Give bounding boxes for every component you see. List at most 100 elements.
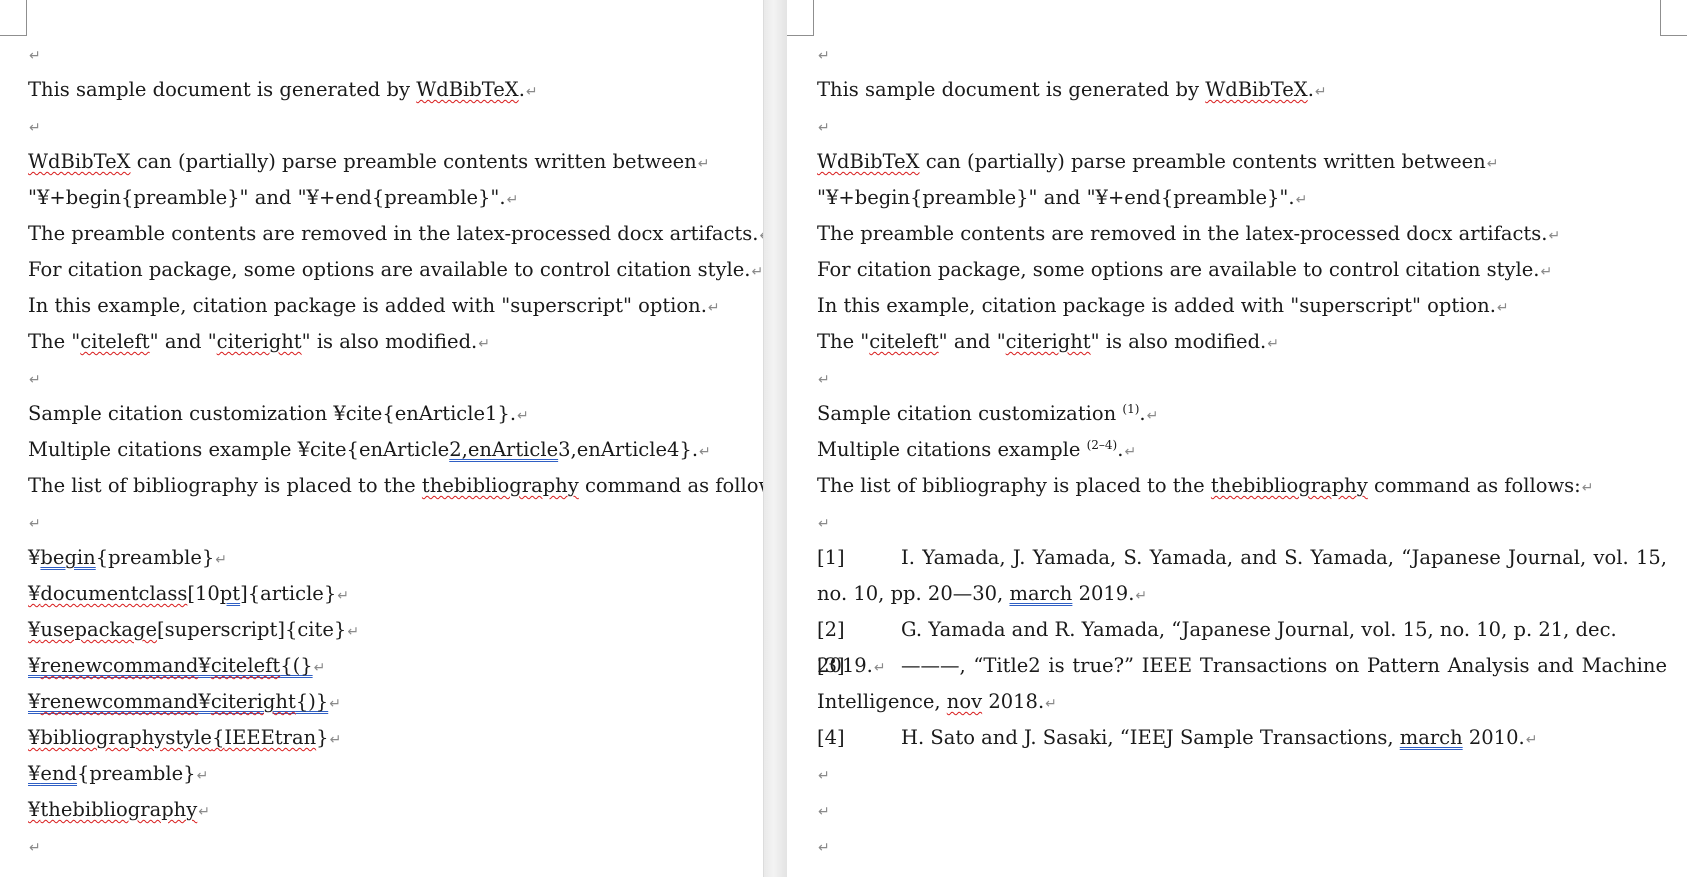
bibliography-entry[interactable]: [4] H. Sato and J. Sasaki, “IEEJ Sample T…: [817, 720, 1667, 756]
sample-cite-paragraph[interactable]: Sample citation customization ¥cite{enAr…: [28, 396, 758, 432]
return-mark-icon: ↵: [29, 372, 41, 388]
return-mark-icon: ↵: [313, 660, 326, 676]
grammar-flag[interactable]: pt: [220, 582, 240, 605]
code-usepackage-line[interactable]: ¥usepackage[superscript]{cite}↵: [28, 612, 758, 648]
left-document-page[interactable]: ↵ This sample document is generated by W…: [0, 0, 763, 877]
empty-paragraph[interactable]: ↵: [817, 792, 1667, 828]
code-text: end: [40, 762, 78, 785]
spelling-flag[interactable]: ¥bibliographystyle{IEEEtran: [28, 726, 316, 749]
bibliography-entry[interactable]: [1] I. Yamada, J. Yamada, S. Yamada, and …: [817, 540, 1667, 612]
spelling-flag[interactable]: renewcommand: [40, 654, 198, 677]
grammar-flag[interactable]: ¥renewcommand¥citeleft{(}: [28, 654, 313, 677]
empty-paragraph[interactable]: ↵: [28, 828, 758, 864]
intro-paragraph[interactable]: This sample document is generated by WdB…: [28, 72, 758, 108]
bib-list-paragraph[interactable]: The list of bibliography is placed to th…: [28, 468, 763, 504]
code-begin-line[interactable]: ¥begin{preamble}↵: [28, 540, 758, 576]
modified-text: The ": [817, 330, 870, 353]
spelling-flag[interactable]: WdBibTeX: [28, 150, 131, 173]
code-renewcommand-citeleft-line[interactable]: ¥renewcommand¥citeleft{(}↵: [28, 648, 758, 684]
grammar-flag[interactable]: march: [1400, 726, 1463, 749]
example-paragraph[interactable]: In this example, citation package is add…: [817, 288, 1667, 324]
removed-paragraph[interactable]: The preamble contents are removed in the…: [817, 216, 1667, 252]
grammar-flag[interactable]: begin: [40, 546, 95, 569]
bibliography-entry[interactable]: [3] ———, “Title2 is true?” IEEE Transacti…: [817, 648, 1667, 720]
spelling-flag[interactable]: nov: [947, 690, 982, 713]
page-corner-mark: [1660, 0, 1687, 36]
spelling-flag[interactable]: WdBibTeX: [416, 78, 519, 101]
return-mark-icon: ↵: [1146, 408, 1159, 424]
citation-superscript: (2–4): [1086, 438, 1118, 452]
intro-paragraph[interactable]: This sample document is generated by WdB…: [817, 72, 1667, 108]
spelling-flag[interactable]: WdBibTeX: [1205, 78, 1308, 101]
code-thebibliography-line[interactable]: ¥thebibliography↵: [28, 792, 758, 828]
empty-paragraph[interactable]: ↵: [28, 504, 758, 540]
spelling-flag[interactable]: renewcommand: [40, 690, 198, 713]
empty-paragraph[interactable]: ↵: [28, 36, 758, 72]
spelling-flag[interactable]: thebibliography: [422, 474, 579, 497]
return-mark-icon: ↵: [1124, 444, 1137, 460]
spelling-flag[interactable]: citeleft: [80, 330, 149, 353]
return-mark-icon: ↵: [29, 48, 41, 64]
between-paragraph[interactable]: "¥+begin{preamble}" and "¥+end{preamble}…: [28, 180, 758, 216]
return-mark-icon: ↵: [818, 804, 830, 820]
bibliography-entry[interactable]: [2] G. Yamada and R. Yamada, “Japanese Jo…: [817, 612, 1667, 677]
return-mark-icon: ↵: [29, 516, 41, 532]
modified-paragraph[interactable]: The "citeleft" and "citeright" is also m…: [28, 324, 758, 360]
return-mark-icon: ↵: [818, 372, 830, 388]
empty-paragraph[interactable]: ↵: [28, 108, 758, 144]
bib-list-paragraph[interactable]: The list of bibliography is placed to th…: [817, 468, 1667, 504]
return-mark-icon: ↵: [699, 444, 711, 460]
spelling-flag[interactable]: ¥documentclass: [28, 582, 187, 605]
parse-paragraph[interactable]: WdBibTeX can (partially) parse preamble …: [817, 144, 1667, 180]
code-end-line[interactable]: ¥end{preamble}↵: [28, 756, 758, 792]
spelling-flag[interactable]: ¥thebibliography: [28, 798, 197, 821]
return-mark-icon: ↵: [1581, 480, 1594, 496]
empty-paragraph[interactable]: ↵: [817, 756, 1667, 792]
code-renewcommand-citeright-line[interactable]: ¥renewcommand¥citeright{)}↵: [28, 684, 758, 720]
empty-paragraph[interactable]: ↵: [817, 36, 1667, 72]
return-mark-icon: ↵: [1540, 264, 1553, 280]
code-text: {preamble}: [77, 762, 196, 785]
sample-cite-text: Sample citation customization ¥cite{enAr…: [28, 402, 517, 425]
spelling-flag[interactable]: citeleft: [211, 654, 280, 677]
multi-cite-paragraph[interactable]: Multiple citations example (2–4).↵: [817, 432, 1667, 468]
left-page-body[interactable]: ↵ This sample document is generated by W…: [28, 36, 763, 864]
spelling-flag[interactable]: WdBibTeX: [817, 150, 920, 173]
grammar-flag[interactable]: 2,enArticle: [449, 438, 558, 461]
grammar-flag[interactable]: march: [1009, 582, 1072, 605]
empty-paragraph[interactable]: ↵: [817, 828, 1667, 864]
spelling-flag[interactable]: thebibliography: [1211, 474, 1368, 497]
spelling-flag[interactable]: citeright: [1006, 330, 1091, 353]
example-paragraph[interactable]: In this example, citation package is add…: [28, 288, 758, 324]
empty-paragraph[interactable]: ↵: [817, 108, 1667, 144]
right-page-body[interactable]: ↵ This sample document is generated by W…: [817, 36, 1667, 864]
code-bibliographystyle-line[interactable]: ¥bibliographystyle{IEEEtran}↵: [28, 720, 758, 756]
spelling-flag[interactable]: ¥usepackage: [28, 618, 157, 641]
empty-paragraph[interactable]: ↵: [817, 504, 1667, 540]
sample-cite-paragraph[interactable]: Sample citation customization (1).↵: [817, 396, 1667, 432]
empty-paragraph[interactable]: ↵: [28, 360, 758, 396]
intro-text: This sample document is generated by: [817, 78, 1206, 101]
code-documentclass-line[interactable]: ¥documentclass[10pt]{article}↵: [28, 576, 758, 612]
yen-sign: ¥: [28, 762, 41, 785]
spelling-flag[interactable]: citeleft: [869, 330, 938, 353]
removed-paragraph[interactable]: The preamble contents are removed in the…: [28, 216, 763, 252]
options-paragraph[interactable]: For citation package, some options are a…: [28, 252, 763, 288]
between-paragraph[interactable]: "¥+begin{preamble}" and "¥+end{preamble}…: [817, 180, 1667, 216]
bib-label: [1]: [817, 546, 845, 569]
yen-sign: ¥: [28, 618, 41, 641]
spelling-flag[interactable]: citeright: [217, 330, 302, 353]
parse-paragraph[interactable]: WdBibTeX can (partially) parse preamble …: [28, 144, 758, 180]
multi-cite-paragraph[interactable]: Multiple citations example ¥cite{enArtic…: [28, 432, 758, 468]
right-document-page[interactable]: ↵ This sample document is generated by W…: [787, 0, 1687, 877]
parse-text: can (partially) parse preamble contents …: [919, 150, 1486, 173]
spelling-flag[interactable]: citeright: [211, 690, 296, 713]
modified-paragraph[interactable]: The "citeleft" and "citeright" is also m…: [817, 324, 1667, 360]
empty-paragraph[interactable]: ↵: [817, 360, 1667, 396]
grammar-flag[interactable]: ¥end: [28, 762, 77, 785]
grammar-flag[interactable]: ¥renewcommand¥citeright{)}: [28, 690, 328, 713]
code-text: documentclass: [40, 582, 188, 605]
yen-sign: ¥: [198, 690, 211, 713]
options-paragraph[interactable]: For citation package, some options are a…: [817, 252, 1667, 288]
return-mark-icon: ↵: [29, 120, 41, 136]
